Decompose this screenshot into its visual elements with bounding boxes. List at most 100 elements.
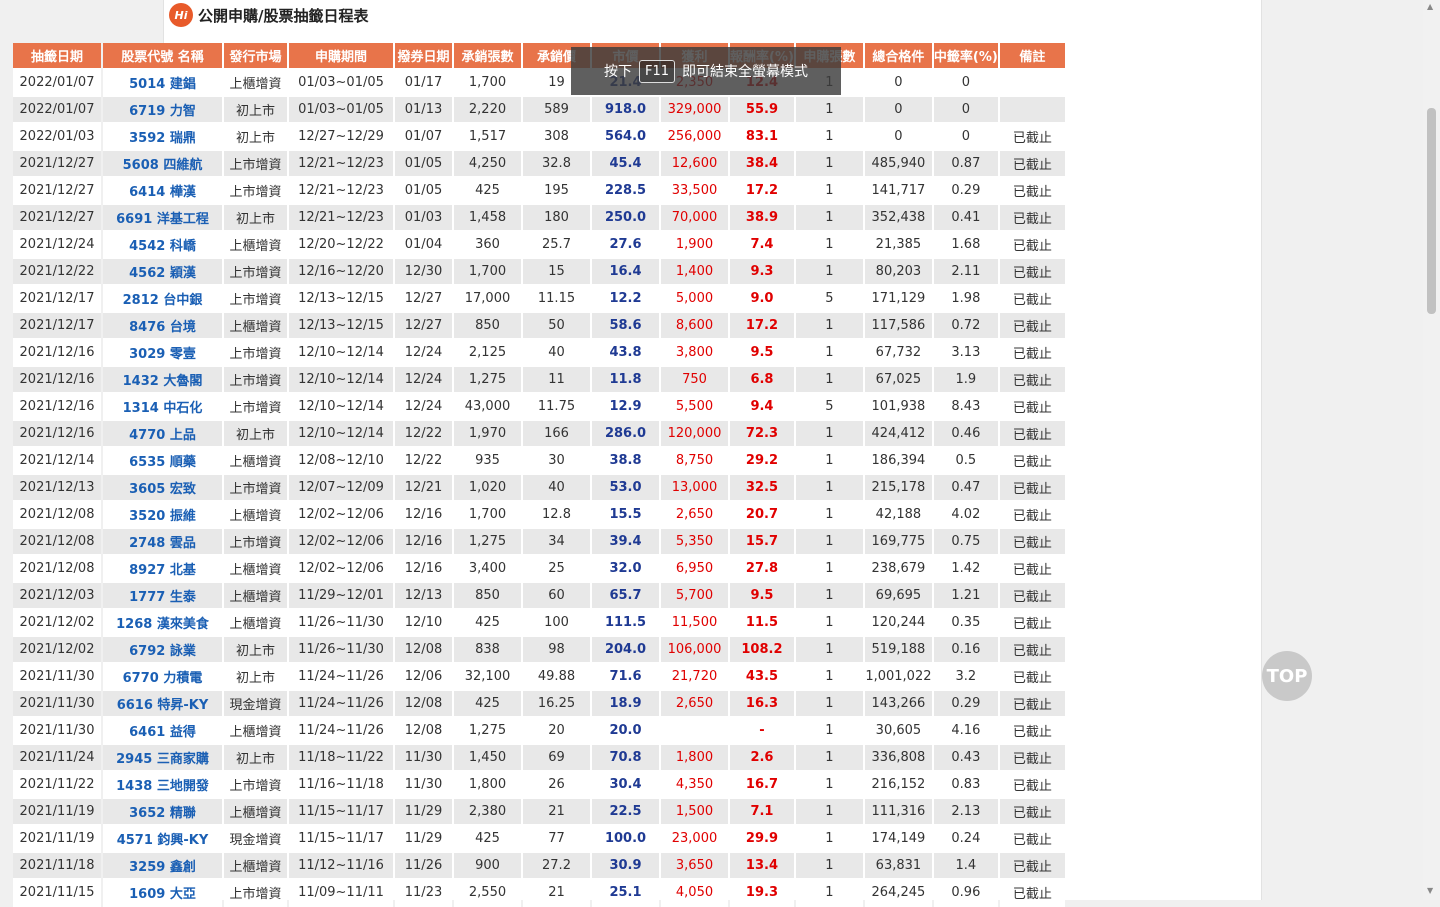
cell-market-price: 38.8 bbox=[592, 448, 659, 475]
cell-draw-date: 2022/01/03 bbox=[13, 124, 101, 151]
scroll-up-icon[interactable]: ▲ bbox=[1427, 2, 1433, 11]
cell-win-rate: 3.13 bbox=[933, 340, 998, 367]
cell-stock[interactable]: 1432 大魯閣 bbox=[103, 367, 222, 394]
cell-apply-qty: 1 bbox=[795, 583, 863, 610]
cell-stock[interactable]: 5608 四維航 bbox=[103, 151, 222, 178]
cell-stock[interactable]: 3605 宏致 bbox=[103, 475, 222, 502]
cell-subscription-period: 11/15~11/17 bbox=[289, 826, 393, 853]
cell-stock[interactable]: 1268 漢來美食 bbox=[103, 610, 222, 637]
ipo-schedule-table: 抽籤日期股票代號 名稱發行市場申購期間撥券日期承銷張數承銷價市價獲利報酬率(%)… bbox=[11, 43, 1067, 907]
cell-market-price: 53.0 bbox=[592, 475, 659, 502]
cell-subscription-period: 11/12~11/16 bbox=[289, 853, 393, 880]
cell-market: 上櫃增資 bbox=[224, 718, 287, 745]
cell-underwrite-qty: 2,550 bbox=[454, 880, 521, 907]
cell-remark: 已截止 bbox=[999, 826, 1065, 853]
cell-qualified-count: 69,695 bbox=[864, 583, 932, 610]
cell-win-rate: 1.42 bbox=[933, 556, 998, 583]
cell-remark: 已截止 bbox=[999, 232, 1065, 259]
cell-stock[interactable]: 4571 鈞興-KY bbox=[103, 826, 222, 853]
site-logo-icon[interactable]: Hi bbox=[169, 3, 193, 27]
back-to-top-button[interactable]: TOP bbox=[1262, 651, 1312, 701]
cell-stock[interactable]: 4562 穎漢 bbox=[103, 259, 222, 286]
cell-stock[interactable]: 4542 科嶠 bbox=[103, 232, 222, 259]
cell-subscription-period: 11/24~11/26 bbox=[289, 718, 393, 745]
cell-apply-qty: 1 bbox=[795, 151, 863, 178]
cell-underwrite-qty: 2,220 bbox=[454, 97, 521, 124]
cell-offer-price: 20 bbox=[523, 718, 590, 745]
cell-stock[interactable]: 3652 精聯 bbox=[103, 799, 222, 826]
cell-offer-price: 25 bbox=[523, 556, 590, 583]
cell-stock[interactable]: 8927 北基 bbox=[103, 556, 222, 583]
cell-stock[interactable]: 8476 台境 bbox=[103, 313, 222, 340]
cell-qualified-count: 0 bbox=[864, 124, 932, 151]
cell-apply-qty: 1 bbox=[795, 880, 863, 907]
cell-profit: 3,800 bbox=[661, 340, 728, 367]
notice-prefix: 按下 bbox=[603, 64, 632, 80]
cell-apply-qty: 1 bbox=[795, 637, 863, 664]
cell-stock[interactable]: 2945 三商家購 bbox=[103, 745, 222, 772]
cell-offer-price: 50 bbox=[523, 313, 590, 340]
cell-apply-qty: 1 bbox=[795, 421, 863, 448]
cell-stock[interactable]: 6792 詠業 bbox=[103, 637, 222, 664]
cell-stock[interactable]: 1777 生泰 bbox=[103, 583, 222, 610]
cell-market-price: 65.7 bbox=[592, 583, 659, 610]
table-header-row: 抽籤日期股票代號 名稱發行市場申購期間撥券日期承銷張數承銷價市價獲利報酬率(%)… bbox=[13, 43, 1065, 70]
cell-market: 初上市 bbox=[224, 637, 287, 664]
cell-stock[interactable]: 1438 三地開發 bbox=[103, 772, 222, 799]
table-row: 2021/11/30 6616 特昇-KY 現金增資 11/24~11/26 12/08… bbox=[13, 691, 1065, 718]
cell-profit: 21,720 bbox=[661, 664, 728, 691]
cell-apply-qty: 1 bbox=[795, 826, 863, 853]
cell-stock[interactable]: 6535 順藥 bbox=[103, 448, 222, 475]
cell-stock[interactable]: 1609 大亞 bbox=[103, 880, 222, 907]
vertical-scrollbar[interactable]: ▲ ▼ bbox=[1423, 0, 1440, 900]
cell-market: 上櫃增資 bbox=[224, 448, 287, 475]
cell-draw-date: 2021/12/27 bbox=[13, 151, 101, 178]
page-header: Hi 公開申購/股票抽籤日程表 bbox=[169, 0, 368, 30]
cell-stock[interactable]: 3259 鑫創 bbox=[103, 853, 222, 880]
cell-stock[interactable]: 1314 中石化 bbox=[103, 394, 222, 421]
cell-stock[interactable]: 3592 瑞鼎 bbox=[103, 124, 222, 151]
scrollbar-thumb[interactable] bbox=[1427, 108, 1436, 314]
cell-stock[interactable]: 6770 力積電 bbox=[103, 664, 222, 691]
cell-underwrite-qty: 1,700 bbox=[454, 70, 521, 97]
cell-stock[interactable]: 6461 益得 bbox=[103, 718, 222, 745]
cell-subscription-period: 12/27~12/29 bbox=[289, 124, 393, 151]
scroll-down-icon[interactable]: ▼ bbox=[1427, 886, 1433, 895]
cell-stock[interactable]: 6719 力智 bbox=[103, 97, 222, 124]
cell-stock[interactable]: 3520 振維 bbox=[103, 502, 222, 529]
cell-subscription-period: 12/02~12/06 bbox=[289, 556, 393, 583]
cell-qualified-count: 111,316 bbox=[864, 799, 932, 826]
cell-draw-date: 2021/11/24 bbox=[13, 745, 101, 772]
cell-stock[interactable]: 2812 台中銀 bbox=[103, 286, 222, 313]
cell-stock[interactable]: 6616 特昇-KY bbox=[103, 691, 222, 718]
cell-win-rate: 0.96 bbox=[933, 880, 998, 907]
cell-qualified-count: 63,831 bbox=[864, 853, 932, 880]
cell-offer-price: 15 bbox=[523, 259, 590, 286]
cell-stock[interactable]: 3029 零壹 bbox=[103, 340, 222, 367]
cell-return-rate: 43.5 bbox=[730, 664, 794, 691]
cell-market-price: 12.9 bbox=[592, 394, 659, 421]
table-row: 2021/12/16 1314 中石化 上市增資 12/10~12/14 12/24 43… bbox=[13, 394, 1065, 421]
cell-offer-price: 100 bbox=[523, 610, 590, 637]
cell-market: 初上市 bbox=[224, 664, 287, 691]
cell-return-rate: 9.3 bbox=[730, 259, 794, 286]
cell-allot-date: 12/21 bbox=[395, 475, 452, 502]
cell-qualified-count: 141,717 bbox=[864, 178, 932, 205]
cell-stock[interactable]: 5014 建錩 bbox=[103, 70, 222, 97]
cell-market-price: 39.4 bbox=[592, 529, 659, 556]
cell-stock[interactable]: 2748 雲品 bbox=[103, 529, 222, 556]
cell-apply-qty: 1 bbox=[795, 367, 863, 394]
cell-profit: 11,500 bbox=[661, 610, 728, 637]
cell-qualified-count: 120,244 bbox=[864, 610, 932, 637]
cell-qualified-count: 336,808 bbox=[864, 745, 932, 772]
cell-underwrite-qty: 425 bbox=[454, 826, 521, 853]
cell-allot-date: 12/08 bbox=[395, 691, 452, 718]
cell-stock[interactable]: 6691 洋基工程 bbox=[103, 205, 222, 232]
cell-underwrite-qty: 1,275 bbox=[454, 529, 521, 556]
cell-allot-date: 12/24 bbox=[395, 394, 452, 421]
cell-stock[interactable]: 4770 上品 bbox=[103, 421, 222, 448]
cell-market-price: 30.9 bbox=[592, 853, 659, 880]
cell-stock[interactable]: 6414 樺漢 bbox=[103, 178, 222, 205]
cell-draw-date: 2021/11/30 bbox=[13, 691, 101, 718]
cell-offer-price: 166 bbox=[523, 421, 590, 448]
